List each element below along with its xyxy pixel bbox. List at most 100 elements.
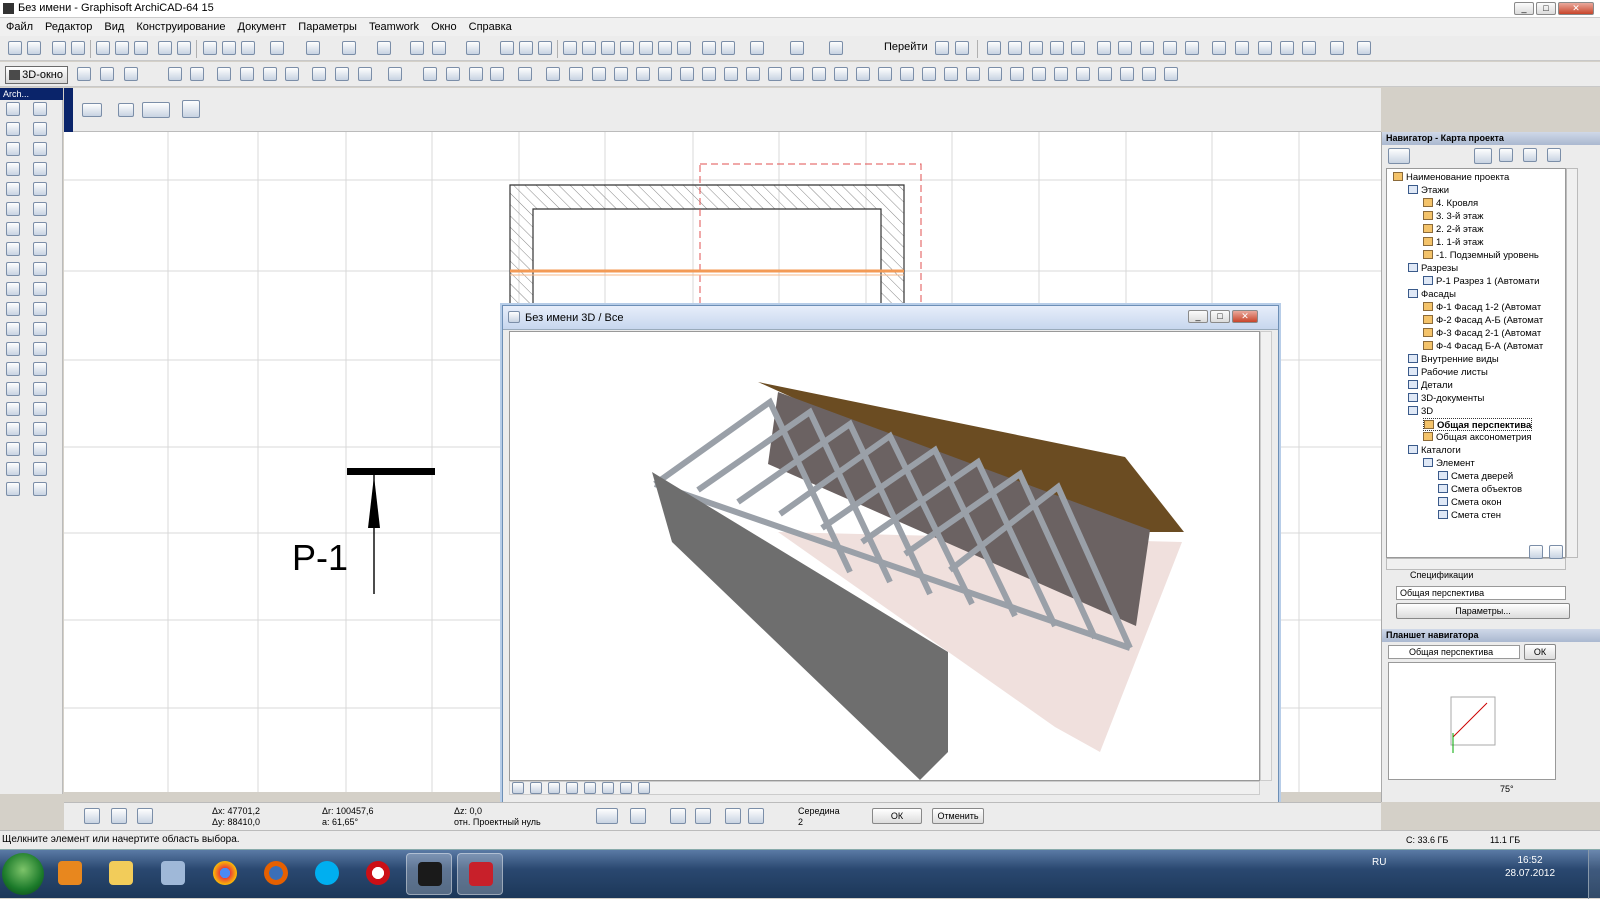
camera-tool-icon[interactable] [6, 482, 20, 496]
mesh-tool-icon[interactable] [33, 242, 47, 256]
delta-x-icon[interactable] [84, 808, 100, 824]
export-icon[interactable] [1142, 67, 1156, 81]
gear-icon[interactable] [285, 67, 299, 81]
snap-cross-icon[interactable] [695, 808, 711, 824]
print-icon[interactable] [71, 41, 85, 55]
align-left-icon[interactable] [834, 67, 848, 81]
tree-item[interactable]: Р-1 Разрез 1 (Автомати [1423, 275, 1539, 288]
inject-icon[interactable] [241, 41, 255, 55]
frame-icon[interactable] [658, 67, 672, 81]
cut-icon[interactable] [96, 41, 110, 55]
grid-3d-icon[interactable] [680, 67, 694, 81]
hotspot-tool-icon[interactable] [33, 402, 47, 416]
fit-icon[interactable] [702, 67, 716, 81]
crop-icon[interactable] [1280, 41, 1294, 55]
zone-stamp-tool-icon[interactable] [33, 322, 47, 336]
explore-icon[interactable] [638, 782, 650, 794]
column-tool-icon[interactable] [6, 142, 20, 156]
taskbar-firefox[interactable] [253, 853, 299, 895]
scissor-icon[interactable] [1302, 41, 1316, 55]
resize-2-icon[interactable] [1098, 67, 1112, 81]
drawing-tool-icon[interactable] [6, 402, 20, 416]
navpanel-angle[interactable]: 75° [1500, 784, 1514, 794]
elevation-icon[interactable] [466, 41, 480, 55]
start-button[interactable] [2, 853, 44, 895]
detail-icon[interactable] [1071, 41, 1085, 55]
marquee-tool-icon[interactable] [33, 102, 47, 116]
line-tool-icon[interactable] [33, 342, 47, 356]
intersect-icon[interactable] [601, 41, 615, 55]
tree-item[interactable]: Детали [1408, 379, 1453, 392]
drop-icon[interactable] [423, 67, 437, 81]
tree-item[interactable]: 3. 3-й этаж [1423, 210, 1483, 223]
taskbar-opera[interactable] [355, 853, 401, 895]
fill-tool-icon[interactable] [6, 342, 20, 356]
shading-icon[interactable] [100, 67, 114, 81]
photo-icon[interactable] [546, 67, 560, 81]
spline-tool-icon[interactable] [6, 382, 20, 396]
redo-icon[interactable] [177, 41, 191, 55]
lamp-tool-icon[interactable] [33, 182, 47, 196]
pick-up-icon[interactable] [222, 41, 236, 55]
menu-edit[interactable]: Редактор [45, 21, 92, 33]
tree-item[interactable]: Внутренние виды [1408, 353, 1499, 366]
zoom-in-icon[interactable] [512, 782, 524, 794]
morph-tool-icon[interactable] [6, 242, 20, 256]
interior-icon[interactable] [1029, 41, 1043, 55]
orbit-icon[interactable] [190, 67, 204, 81]
tree-item[interactable]: 1. 1-й этаж [1423, 236, 1483, 249]
menu-document[interactable]: Документ [238, 21, 287, 33]
section-tool-icon[interactable] [987, 41, 1001, 55]
film-icon[interactable] [636, 67, 650, 81]
drag-copy-icon[interactable] [1032, 67, 1046, 81]
slab-tool-icon[interactable] [33, 122, 47, 136]
shell-tool-icon[interactable] [6, 222, 20, 236]
fillet-icon[interactable] [620, 41, 634, 55]
label-tool-icon[interactable] [6, 322, 20, 336]
mirror-2-icon[interactable] [1010, 67, 1024, 81]
3d-window-titlebar[interactable]: Без имени 3D / Все _ □ ✕ [503, 306, 1278, 330]
snap-icon[interactable] [111, 808, 127, 824]
pan-icon[interactable] [217, 67, 231, 81]
settings-icon[interactable] [1529, 545, 1543, 559]
snap-method-icon[interactable] [596, 808, 618, 824]
tree-item[interactable]: Ф-4 Фасад Б-А (Автомат [1423, 340, 1543, 353]
navpanel-view-field[interactable]: Общая перспектива [1388, 645, 1520, 659]
pointer-icon[interactable] [182, 100, 200, 118]
3d-model-icon[interactable] [77, 67, 91, 81]
3d-window-button[interactable]: 3D-окно [5, 66, 68, 84]
zoom-next-icon[interactable] [584, 782, 596, 794]
tree-item[interactable]: Общая перспектива [1423, 418, 1533, 431]
snap-check-icon[interactable] [748, 808, 764, 824]
render-icon[interactable] [518, 67, 532, 81]
menu-design[interactable]: Конструирование [136, 21, 225, 33]
distribute-icon[interactable] [812, 67, 826, 81]
3d-close-button[interactable]: ✕ [1232, 310, 1258, 323]
taskbar-explorer[interactable] [98, 853, 144, 895]
tree-item[interactable]: Ф-3 Фасад 2-1 (Автомат [1423, 327, 1541, 340]
elevation-tool-icon[interactable] [1008, 41, 1022, 55]
goto-dropdown[interactable]: Перейти [884, 41, 928, 53]
resize-icon[interactable] [658, 41, 672, 55]
table-icon[interactable] [519, 41, 533, 55]
explode-model-icon[interactable] [469, 67, 483, 81]
grid-snap-icon[interactable] [377, 41, 391, 55]
walk-icon[interactable] [955, 41, 969, 55]
language-indicator[interactable]: RU [1372, 857, 1386, 868]
maximize-button[interactable]: □ [1536, 2, 1556, 15]
dimension-tool-icon[interactable] [6, 282, 20, 296]
tree-scrollbar[interactable] [1566, 168, 1578, 558]
navigator-map-icon[interactable] [1388, 148, 1410, 164]
door-tool-icon[interactable] [33, 162, 47, 176]
spread-icon[interactable] [900, 67, 914, 81]
geometry-icon[interactable] [118, 103, 134, 117]
taskbar-calculator[interactable] [150, 853, 196, 895]
zone-tool-icon[interactable] [33, 262, 47, 276]
guides-icon[interactable] [137, 808, 153, 824]
worksheet-icon[interactable] [1050, 41, 1064, 55]
elev-dim-icon[interactable] [1258, 41, 1272, 55]
roof-icon[interactable] [677, 41, 691, 55]
align-mid-icon[interactable] [768, 67, 782, 81]
tree-item[interactable]: -1. Подземный уровень [1423, 249, 1539, 262]
close-panel-icon[interactable] [1549, 545, 1563, 559]
